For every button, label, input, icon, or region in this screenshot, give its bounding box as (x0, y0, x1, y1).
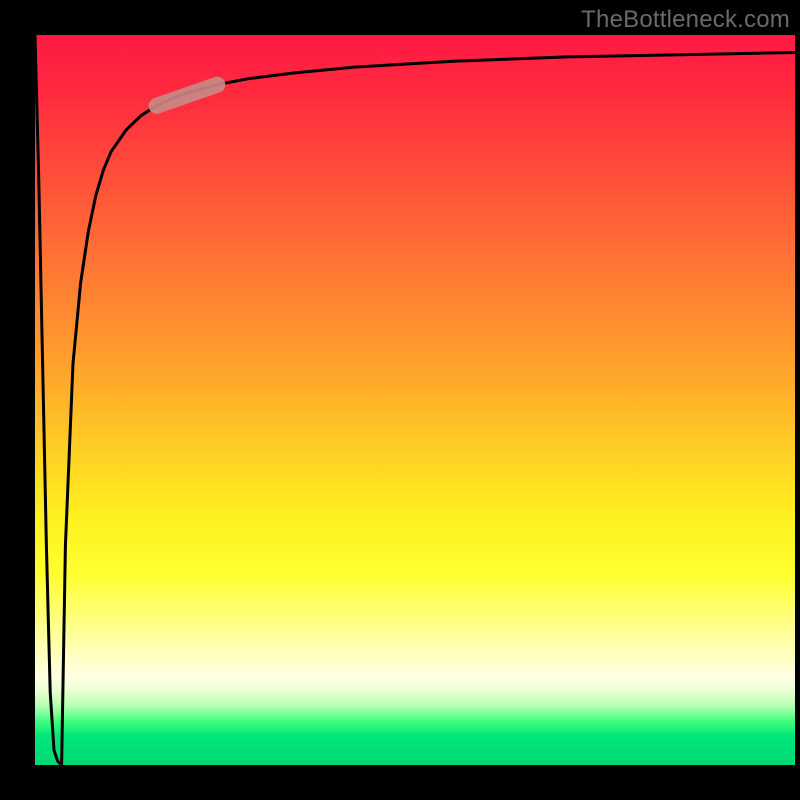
chart-frame: TheBottleneck.com (0, 0, 800, 800)
watermark-text: TheBottleneck.com (581, 6, 790, 34)
plot-area (35, 35, 795, 765)
